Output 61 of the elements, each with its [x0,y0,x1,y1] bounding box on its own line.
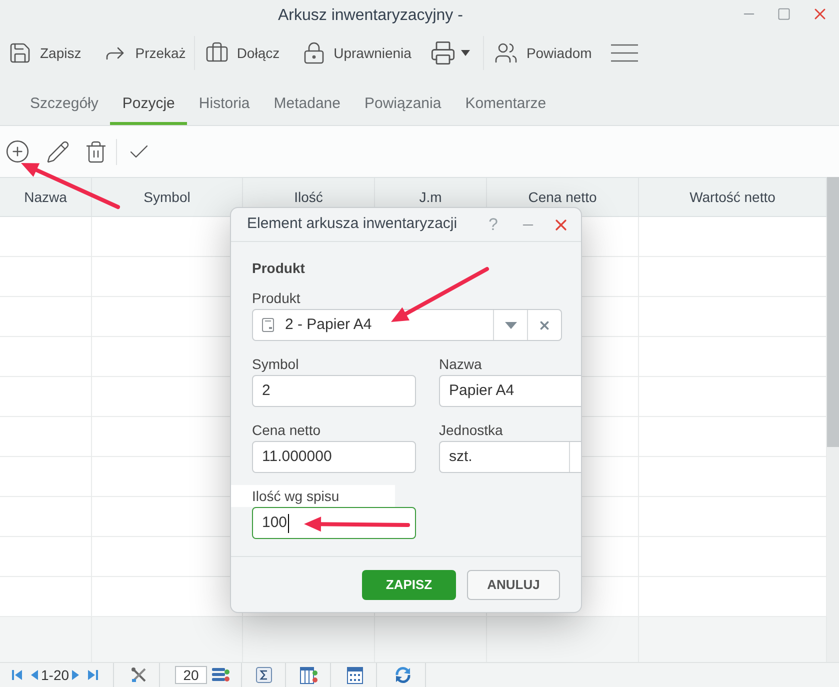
field-label: Nazwa [439,354,482,374]
pencil-icon[interactable] [46,140,70,164]
section-heading: Produkt [252,258,306,278]
calculator-icon[interactable] [347,666,364,684]
add-icon[interactable] [5,139,30,164]
select-field[interactable]: szt. [439,441,581,473]
printer-icon [430,40,456,66]
select-value: szt. [448,446,474,467]
columns-icon[interactable] [300,666,318,684]
primary-button[interactable]: ZAPISZ [362,570,456,600]
secondary-button[interactable]: ANULUJ [467,570,560,600]
window-title: Arkusz inwentaryzacyjny - [278,6,463,26]
column-header: Wartość netto [690,188,776,206]
field-label: Cena netto [252,420,320,440]
save-button[interactable]: Zapisz [8,35,82,71]
caret-down-icon [461,50,470,56]
menu-icon[interactable] [610,44,638,62]
scrollbar-thumb[interactable] [827,177,839,447]
text-cursor-icon [288,514,290,532]
tab[interactable]: Powiązania [352,76,454,125]
field-label: Jednostka [439,420,503,440]
tab[interactable]: Komentarze [453,76,558,125]
tools-icon[interactable] [131,667,148,683]
rows-icon[interactable] [212,667,230,683]
dialog-title: Element arkusza inwentaryzacji [247,214,458,234]
caret-down-icon[interactable] [504,322,516,328]
permissions-button[interactable]: Uprawnienia [302,35,412,71]
text-field[interactable]: 11.000000 [252,441,416,473]
text-field[interactable]: 100 [252,507,416,539]
text-field[interactable]: Papier A4 [439,375,581,407]
text-field[interactable]: 2 [252,375,416,407]
attach-button[interactable]: Dołącz [204,35,280,71]
next-page-icon[interactable] [72,670,80,680]
refresh-icon[interactable] [394,666,412,684]
product-combobox[interactable]: 2 - Papier A4 [252,309,562,341]
column-header: Nazwa [24,188,67,206]
field-label: Ilość wg spisu [252,486,340,506]
clear-icon[interactable] [538,318,551,332]
page-size-field[interactable]: 20 [175,666,208,684]
column-header: Symbol [144,188,190,207]
product-box-icon [262,318,274,332]
maximize-icon[interactable] [777,7,791,21]
previous-page-icon[interactable] [31,670,38,680]
page-range: 1-20 [41,666,70,684]
forward-button[interactable]: Przekaż [103,35,186,71]
people-icon [494,41,518,65]
field-label: Produkt [252,288,300,308]
tab[interactable]: Metadane [262,76,352,125]
last-page-icon[interactable] [88,670,98,680]
column-header: Ilość [294,188,323,206]
trash-icon[interactable] [84,138,108,164]
padlock-icon [302,41,326,65]
tab[interactable]: Historia [186,76,262,125]
field-label: Symbol [252,354,299,374]
tab[interactable]: Szczegóły [18,76,110,125]
notify-button[interactable]: Powiadom [494,35,592,71]
column-header: Cena netto [528,188,597,206]
column-header: J.m [419,188,442,206]
sigma-icon[interactable] [256,667,272,683]
first-page-icon[interactable] [12,670,22,680]
combo-value: 2 - Papier A4 [285,314,373,335]
